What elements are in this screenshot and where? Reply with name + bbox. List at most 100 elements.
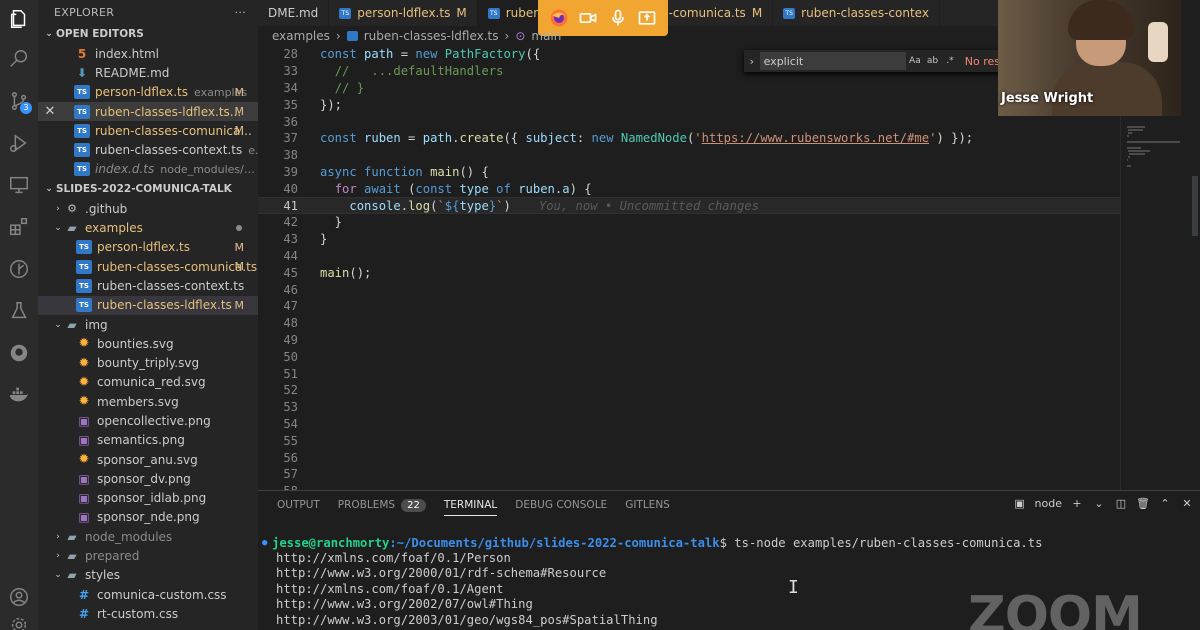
account-icon[interactable] xyxy=(4,582,34,612)
explorer-icon[interactable] xyxy=(4,4,34,34)
settings-gear-icon[interactable] xyxy=(4,610,34,630)
run-debug-icon[interactable] xyxy=(4,128,34,158)
match-case-button[interactable]: Aa xyxy=(906,56,924,66)
open-editor-item[interactable]: TS ruben-classes-comunica... M xyxy=(38,121,258,140)
code-editor[interactable]: 28 const path = new PathFactory({33 // ..… xyxy=(258,46,1120,498)
tree-item[interactable]: ▣ semantics.png xyxy=(38,431,258,450)
chevron-down-icon[interactable]: ⌄ xyxy=(1092,497,1106,510)
code-line[interactable]: 47 xyxy=(258,298,1120,315)
code-line[interactable]: 42 } xyxy=(258,214,1120,231)
panel-tab-output[interactable]: OUTPUT xyxy=(268,491,329,519)
participant-name: Jesse Wright xyxy=(1001,91,1094,106)
code-line[interactable]: 49 xyxy=(258,332,1120,349)
tree-item[interactable]: TS person-ldflex.ts M xyxy=(38,238,258,257)
testing-icon[interactable] xyxy=(4,296,34,326)
gitlens-icon[interactable] xyxy=(4,254,34,284)
breadcrumb-symbol[interactable]: main xyxy=(531,29,561,43)
code-line[interactable]: 46 xyxy=(258,281,1120,298)
find-input[interactable]: explicit xyxy=(759,52,907,70)
editor-tab[interactable]: TS ruben-classes-contex xyxy=(773,0,940,26)
editor-scrollbar[interactable] xyxy=(1190,46,1200,490)
open-editor-item[interactable]: TS index.d.ts node_modules/@com... xyxy=(38,160,258,179)
minimap-line xyxy=(1127,159,1128,161)
toggle-replace-icon[interactable]: › xyxy=(744,55,760,68)
code-line[interactable]: 51 xyxy=(258,365,1120,382)
tree-item[interactable]: ✹ bounties.svg xyxy=(38,334,258,353)
regex-button[interactable]: .* xyxy=(941,56,959,66)
open-editor-item[interactable]: TS person-ldflex.ts examples M xyxy=(38,83,258,102)
code-line[interactable]: 54 xyxy=(258,416,1120,433)
code-line[interactable]: 36 xyxy=(258,113,1120,130)
tree-item[interactable]: ▣ sponsor_dv.png xyxy=(38,469,258,488)
code-line[interactable]: 57 xyxy=(258,466,1120,483)
code-line[interactable]: 53 xyxy=(258,399,1120,416)
match-whole-word-button[interactable]: ab xyxy=(924,56,942,66)
code-line[interactable]: 48 xyxy=(258,315,1120,332)
code-line[interactable]: 37 const ruben = path.create({ subject: n… xyxy=(258,130,1120,147)
explorer-more-button[interactable]: ··· xyxy=(235,6,246,19)
close-editor-icon[interactable]: ✕ xyxy=(42,104,58,119)
breadcrumb-folder[interactable]: examples xyxy=(272,29,330,43)
tree-item[interactable]: › ⚙ .github xyxy=(38,199,258,218)
tree-item[interactable]: TS ruben-classes-comunica.ts M xyxy=(38,257,258,276)
open-editor-item[interactable]: ✕ TS ruben-classes-ldflex.ts... M xyxy=(38,101,258,122)
panel-tab-gitlens[interactable]: GITLENS xyxy=(616,491,679,519)
tree-item[interactable]: # comunica-custom.css xyxy=(38,585,258,604)
source-control-icon[interactable]: 3 xyxy=(4,86,34,116)
split-terminal-button[interactable]: ◫ xyxy=(1114,497,1128,510)
tree-item[interactable]: ▣ sponsor_idlab.png xyxy=(38,489,258,508)
editor-tab[interactable]: TS person-ldflex.ts M xyxy=(329,0,478,26)
panel-tab-terminal[interactable]: TERMINAL xyxy=(435,491,506,519)
search-icon[interactable] xyxy=(4,44,34,74)
code-line[interactable]: 34 // } xyxy=(258,80,1120,97)
scrollbar-thumb[interactable] xyxy=(1192,176,1198,236)
code-line[interactable]: 56 xyxy=(258,449,1120,466)
open-editors-section[interactable]: ⌄ OPEN EDITORS xyxy=(38,24,258,44)
open-editor-item[interactable]: ⬇ README.md xyxy=(38,63,258,82)
github-icon[interactable] xyxy=(4,338,34,368)
code-line[interactable]: 52 xyxy=(258,382,1120,399)
open-editor-item[interactable]: TS ruben-classes-context.ts exa... xyxy=(38,140,258,159)
code-line[interactable]: 38 xyxy=(258,147,1120,164)
code-line[interactable]: 44 xyxy=(258,248,1120,265)
code-line[interactable]: 40 for await (const type of ruben.a) { xyxy=(258,180,1120,197)
code-line[interactable]: 39 async function main() { xyxy=(258,164,1120,181)
new-terminal-button[interactable]: + xyxy=(1070,497,1084,510)
tree-item[interactable]: › ▰ node_modules xyxy=(38,527,258,546)
explorer-title: EXPLORER xyxy=(54,5,115,19)
tree-item[interactable]: TS ruben-classes-context.ts xyxy=(38,276,258,295)
terminal-shell-select[interactable]: node xyxy=(1035,497,1062,510)
code-line[interactable]: 43} xyxy=(258,231,1120,248)
tree-item[interactable]: › ▰ prepared xyxy=(38,546,258,565)
tree-item[interactable]: ✹ members.svg xyxy=(38,392,258,411)
line-number: 55 xyxy=(283,433,298,448)
tree-item[interactable]: ▣ opencollective.png xyxy=(38,411,258,430)
code-line[interactable]: 55 xyxy=(258,432,1120,449)
tree-item[interactable]: ✹ bounty_triply.svg xyxy=(38,353,258,372)
code-line[interactable]: 41 console.log(`${type}`) You, now • Unco… xyxy=(258,197,1120,214)
tree-item[interactable]: ✹ comunica_red.svg xyxy=(38,373,258,392)
close-panel-button[interactable]: ✕ xyxy=(1180,497,1194,510)
tree-item[interactable]: ✹ sponsor_anu.svg xyxy=(38,450,258,469)
tree-item[interactable]: # rt-custom.css xyxy=(38,604,258,623)
panel-tab-debug-console[interactable]: DEBUG CONSOLE xyxy=(506,491,616,519)
project-section[interactable]: ⌄ SLIDES-2022-COMUNICA-TALK xyxy=(38,179,258,199)
kill-terminal-button[interactable]: 🗑 xyxy=(1136,497,1150,510)
tree-item[interactable]: ⌄ ▰ examples xyxy=(38,218,258,237)
editor-tab[interactable]: DME.md xyxy=(258,0,330,26)
extensions-icon[interactable] xyxy=(4,212,34,242)
tree-item[interactable]: ⌄ ▰ styles xyxy=(38,566,258,585)
maximize-panel-button[interactable]: ⌃ xyxy=(1158,497,1172,510)
breadcrumb-file[interactable]: ruben-classes-ldflex.ts xyxy=(364,29,499,43)
panel-tab-problems[interactable]: PROBLEMS 22 xyxy=(329,491,435,519)
tree-item[interactable]: TS ruben-classes-ldflex.ts M xyxy=(38,295,258,315)
tree-item[interactable]: ▣ sponsor_nde.png xyxy=(38,508,258,527)
docker-icon[interactable] xyxy=(4,380,34,410)
code-line[interactable]: 45 main(); xyxy=(258,264,1120,281)
code-line[interactable]: 50 xyxy=(258,348,1120,365)
tree-item[interactable]: ⌄ ▰ img xyxy=(38,315,258,334)
remote-explorer-icon[interactable] xyxy=(4,170,34,200)
code-line[interactable]: 35}); xyxy=(258,96,1120,113)
video-lamp xyxy=(1148,22,1168,62)
open-editor-item[interactable]: 5 index.html xyxy=(38,44,258,63)
